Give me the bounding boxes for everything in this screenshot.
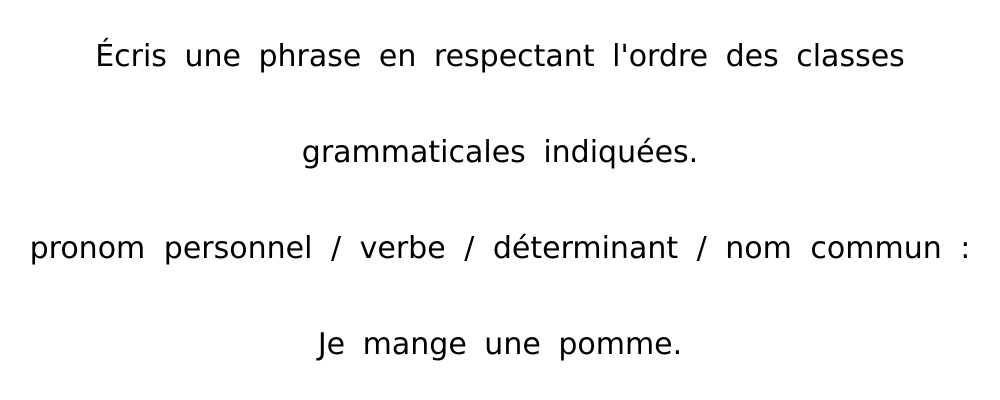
instruction-text-line-1: Écris une phrase en respectant l'ordre d… [95, 39, 905, 74]
grammar-pattern: pronom personnel / verbe / déterminant /… [29, 231, 971, 266]
exercise-page: Écris une phrase en respectant l'ordre d… [0, 0, 1000, 400]
answer-sentence: Je mange une pomme. [317, 327, 683, 362]
instruction-text-line-2: grammaticales indiquées. [301, 135, 699, 170]
